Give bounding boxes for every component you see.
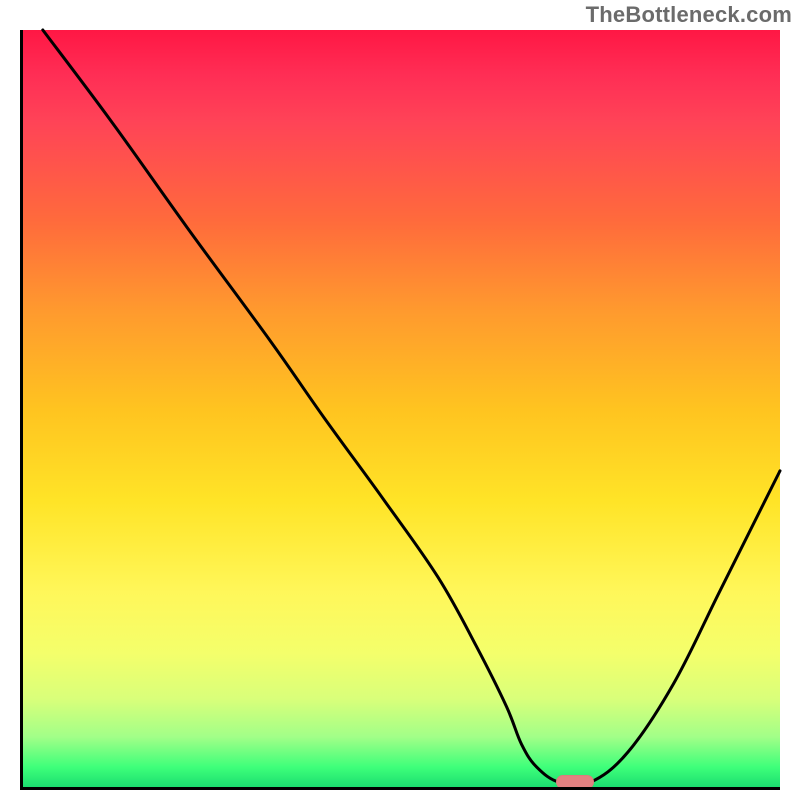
- bottleneck-curve: [20, 30, 780, 790]
- watermark-text: TheBottleneck.com: [586, 2, 792, 28]
- chart-container: TheBottleneck.com: [0, 0, 800, 800]
- y-axis: [20, 30, 23, 790]
- x-axis: [20, 787, 780, 790]
- plot-area: [20, 30, 780, 790]
